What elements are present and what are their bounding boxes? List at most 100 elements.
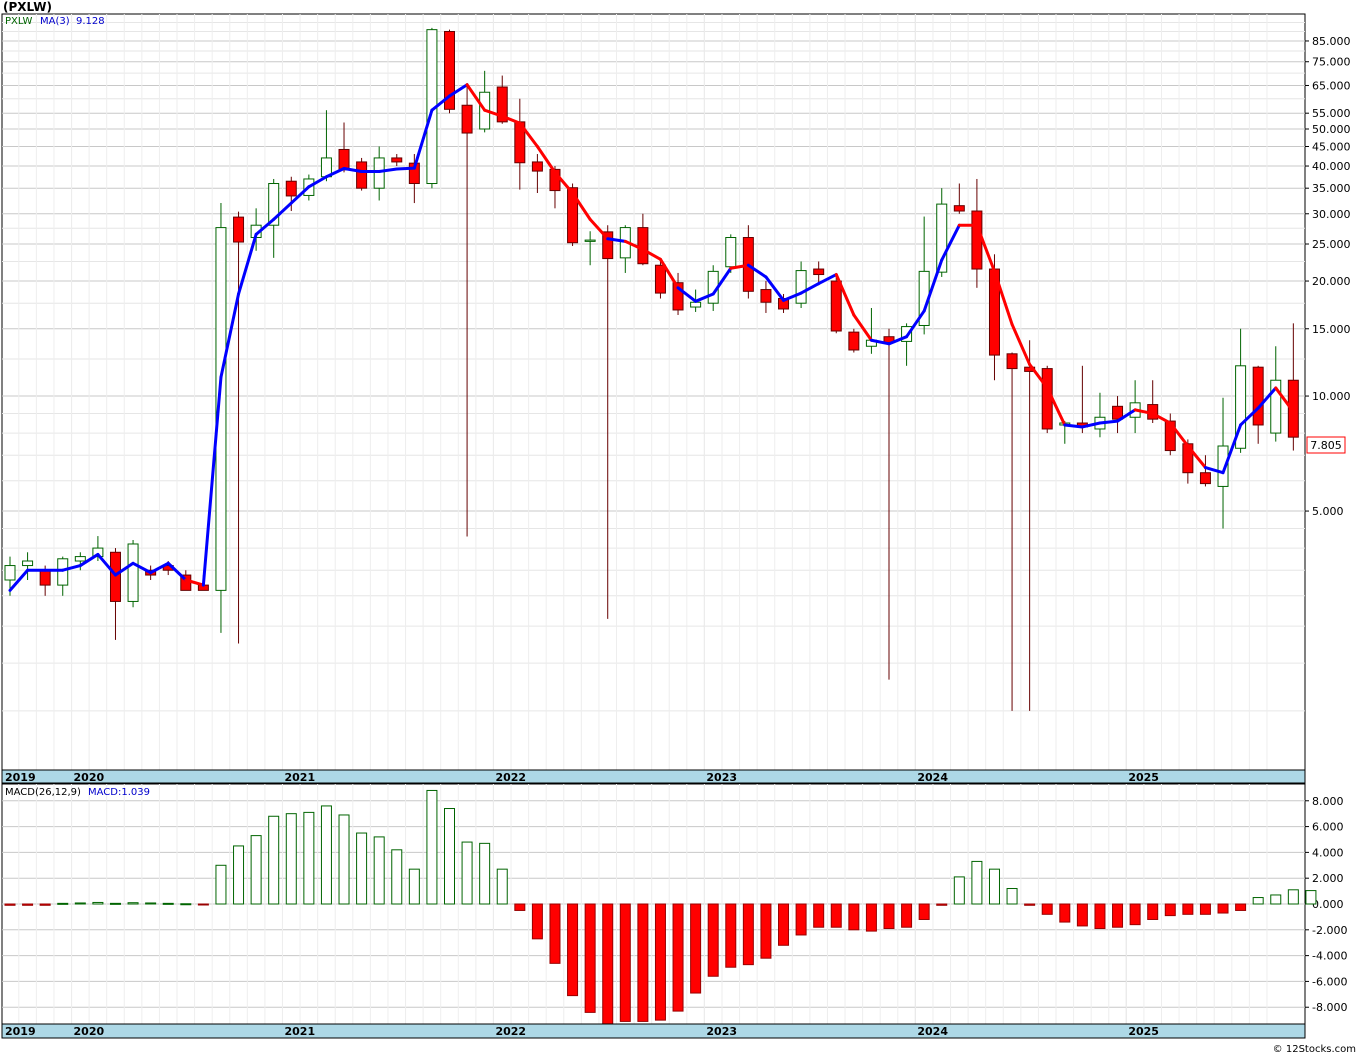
macd-bar-positive xyxy=(233,845,245,905)
macd-bar-negative xyxy=(1235,903,1247,911)
macd-bar-negative xyxy=(830,903,842,928)
price-tick-label: 85.000 xyxy=(1312,35,1351,48)
macd-bar-negative xyxy=(742,903,754,966)
candle-body-down xyxy=(109,551,121,602)
macd-bar-negative xyxy=(778,903,790,946)
candle-body-down xyxy=(953,205,965,212)
price-tick-label: 45.000 xyxy=(1312,140,1351,153)
macd-bar-negative xyxy=(567,903,579,997)
macd-bar-positive xyxy=(320,805,332,905)
macd-bar-negative xyxy=(637,903,649,1022)
macd-bar-positive xyxy=(285,813,297,905)
candle xyxy=(127,539,139,608)
candle-body-down xyxy=(830,280,842,332)
ma3-segment xyxy=(1063,423,1084,429)
candle-body-up xyxy=(127,543,139,602)
macd-bar-negative xyxy=(813,903,825,928)
price-year-label: 2025 xyxy=(1128,771,1159,784)
candle-body-down xyxy=(233,216,245,243)
candle-body-up xyxy=(690,301,702,308)
price-tick-label: 35.000 xyxy=(1312,182,1351,195)
macd-bar-positive xyxy=(479,842,491,905)
macd-bar-negative xyxy=(1076,903,1088,927)
macd-bar-negative xyxy=(795,903,807,936)
macd-tick-label: 2.000 xyxy=(1312,872,1344,885)
macd-bar-negative xyxy=(848,903,860,931)
price-year-label: 2023 xyxy=(706,771,737,784)
macd-bar-negative xyxy=(584,903,596,1013)
macd-tick-label: 6.000 xyxy=(1312,821,1344,834)
macd-bar-negative xyxy=(602,903,614,1025)
macd-bar-negative xyxy=(936,903,948,906)
macd-bar-positive xyxy=(1270,894,1282,905)
candle-body-down xyxy=(971,210,983,270)
macd-bar-negative xyxy=(1112,903,1124,928)
macd-bar-negative xyxy=(1147,903,1159,920)
legend-ma-name: MA(3) xyxy=(40,16,70,27)
macd-tick-label: -6.000 xyxy=(1312,975,1347,988)
macd-year-label: 2023 xyxy=(706,1025,737,1038)
price-tick-label: 75.000 xyxy=(1312,56,1351,69)
candle-body-down xyxy=(1006,353,1018,370)
candle-body-down xyxy=(813,268,825,276)
macd-year-label: 2022 xyxy=(495,1025,526,1038)
macd-bar-negative xyxy=(22,903,34,906)
macd-bar-positive xyxy=(145,902,157,905)
candle-body-down xyxy=(461,104,473,134)
macd-tick-label: 8.000 xyxy=(1312,795,1344,808)
macd-bar-negative xyxy=(1059,903,1071,923)
macd-bar-negative xyxy=(619,903,631,1022)
macd-bar-negative xyxy=(672,903,684,1012)
macd-tick-label: 4.000 xyxy=(1312,846,1344,859)
macd-x-axis-band xyxy=(1,1023,1306,1039)
price-year-label: 2022 xyxy=(495,771,526,784)
price-tick-label: 50.000 xyxy=(1312,123,1351,136)
candle-body-down xyxy=(1252,366,1264,426)
candle-body-down xyxy=(39,569,51,586)
macd-bar-positive xyxy=(74,902,86,905)
price-tick-label: 10.000 xyxy=(1312,390,1351,403)
macd-bar-negative xyxy=(901,903,913,928)
macd-year-label: 2021 xyxy=(284,1025,315,1038)
stock-chart: (PXLW) 5.000 10.000 15.000 20.000 25.000 30.0… xyxy=(0,0,1360,1056)
candle-body-up xyxy=(795,270,807,304)
macd-bar-negative xyxy=(197,903,209,906)
candle-body-down xyxy=(848,331,860,351)
candle-body-up xyxy=(57,558,69,586)
price-tick-label: 65.000 xyxy=(1312,79,1351,92)
legend-symbol: PXLW xyxy=(5,16,33,27)
candle xyxy=(848,328,860,353)
macd-bar-positive xyxy=(391,849,403,905)
macd-bar-negative xyxy=(1217,903,1229,914)
price-year-label: 2024 xyxy=(917,771,948,784)
price-year-label: 2019 xyxy=(5,771,36,784)
candle xyxy=(1041,365,1053,434)
macd-bar-positive xyxy=(92,901,104,905)
macd-bar-negative xyxy=(865,903,877,932)
macd-bar-positive xyxy=(988,868,1000,905)
macd-bar-positive xyxy=(444,808,455,905)
candle-body-down xyxy=(391,157,403,163)
macd-bar-negative xyxy=(531,903,543,940)
macd-bar-positive xyxy=(461,841,473,905)
macd-bar-negative xyxy=(1094,903,1106,930)
price-tick-label: 55.000 xyxy=(1312,107,1351,120)
macd-bar-positive xyxy=(303,811,315,905)
macd-bar-negative xyxy=(760,903,772,959)
macd-bar-positive xyxy=(496,868,508,905)
macd-bar-positive xyxy=(1305,890,1317,905)
candle-body-down xyxy=(760,289,772,303)
macd-legend-name: MACD(26,12,9) xyxy=(5,787,81,798)
price-tick-label: 15.000 xyxy=(1312,323,1351,336)
macd-bar-negative xyxy=(514,903,526,911)
macd-bar-negative xyxy=(1182,903,1194,915)
chart-title: (PXLW) xyxy=(3,0,52,14)
macd-bar-negative xyxy=(690,903,702,994)
macd-bar-positive xyxy=(1006,888,1018,905)
ma3-segment xyxy=(1098,419,1120,425)
macd-bar-positive xyxy=(971,860,983,905)
macd-tick-label: -8.000 xyxy=(1312,1001,1347,1014)
macd-bar-positive xyxy=(1252,897,1264,905)
macd-tick-label: -2.000 xyxy=(1312,924,1347,937)
macd-bar-negative xyxy=(654,903,666,1021)
